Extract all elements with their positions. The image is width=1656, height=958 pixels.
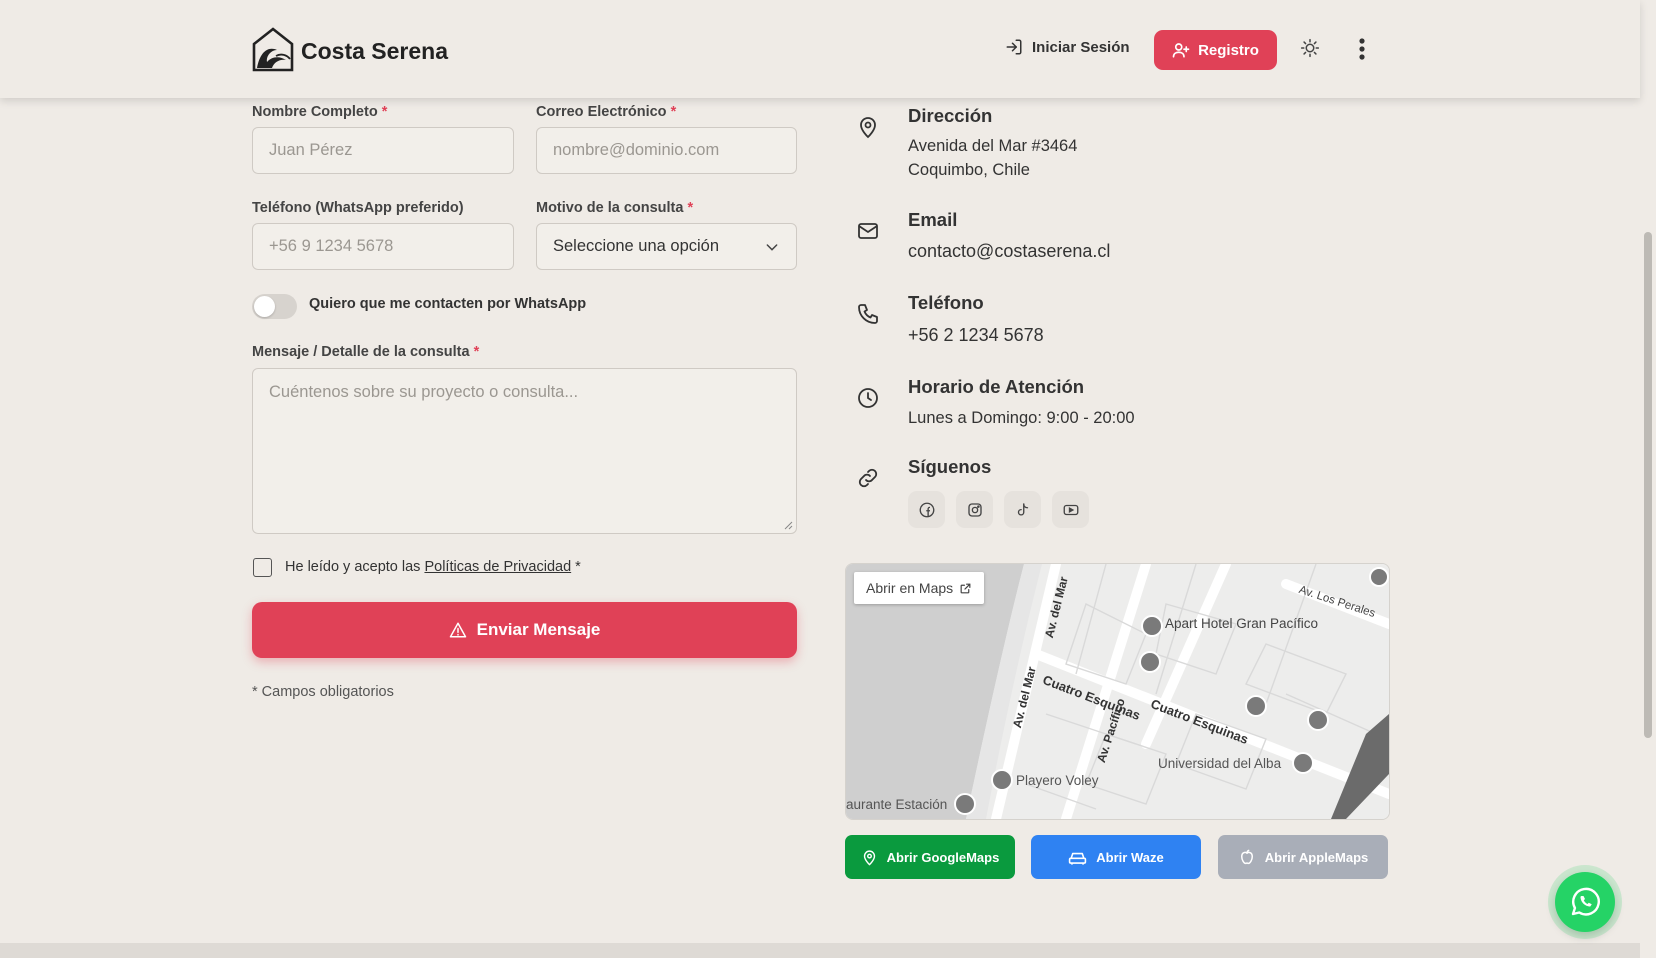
reason-select[interactable]: Seleccione una opción xyxy=(536,223,797,270)
open-apple-maps-button[interactable]: Abrir AppleMaps xyxy=(1218,835,1388,879)
login-icon xyxy=(1005,38,1023,56)
phone-placeholder: +56 9 1234 5678 xyxy=(269,237,394,255)
address-title: Dirección xyxy=(908,105,993,126)
login-link[interactable]: Iniciar Sesión xyxy=(1005,38,1130,56)
hours-value: Lunes a Domingo: 9:00 - 20:00 xyxy=(908,409,1135,427)
name-input[interactable]: Juan Pérez xyxy=(252,127,514,174)
login-label: Iniciar Sesión xyxy=(1032,38,1130,56)
theme-toggle-sun-icon[interactable] xyxy=(1300,38,1320,58)
open-google-maps-button[interactable]: Abrir GoogleMaps xyxy=(845,835,1015,879)
brand-logo-icon[interactable] xyxy=(252,26,295,72)
submit-button[interactable]: Enviar Mensaje xyxy=(252,602,797,658)
map-label-playero: Playero Voley xyxy=(1016,773,1099,788)
required-note: * Campos obligatorios xyxy=(252,684,394,700)
submit-label: Enviar Mensaje xyxy=(476,620,601,639)
privacy-checkbox[interactable] xyxy=(253,558,272,577)
resize-handle-icon[interactable] xyxy=(784,521,793,530)
external-link-icon xyxy=(959,582,972,595)
map-pin-icon xyxy=(856,115,880,139)
email-value[interactable]: contacto@costaserena.cl xyxy=(908,239,1110,263)
mail-icon xyxy=(856,219,880,243)
name-placeholder: Juan Pérez xyxy=(269,141,353,159)
reason-label: Motivo de la consulta * xyxy=(536,200,694,216)
social-title: Síguenos xyxy=(908,456,992,477)
reason-selected-value: Seleccione una opción xyxy=(553,237,720,255)
scrollbar[interactable] xyxy=(1640,0,1656,958)
open-waze-button[interactable]: Abrir Waze xyxy=(1031,835,1201,879)
chevron-down-icon xyxy=(764,239,780,255)
facebook-icon[interactable] xyxy=(908,491,945,528)
map-label-hotel: Apart Hotel Gran Pacífico xyxy=(1165,616,1319,631)
instagram-icon[interactable] xyxy=(956,491,993,528)
hours-title: Horario de Atención xyxy=(908,376,1085,397)
consent-text: He leído y acepto las Políticas de Priva… xyxy=(285,559,581,575)
brand-name[interactable]: Costa Serena xyxy=(301,38,448,65)
apple-maps-label: Abrir AppleMaps xyxy=(1264,849,1369,865)
map-pin-icon xyxy=(861,849,878,866)
youtube-icon[interactable] xyxy=(1052,491,1089,528)
whatsapp-float-button[interactable] xyxy=(1555,872,1615,932)
whatsapp-toggle[interactable] xyxy=(252,294,297,319)
message-textarea[interactable]: Cuéntenos sobre su proyecto o consulta..… xyxy=(252,368,797,534)
email-placeholder: nombre@dominio.com xyxy=(553,141,720,159)
message-label: Mensaje / Detalle de la consulta * xyxy=(252,344,480,360)
email-label: Correo Electrónico * xyxy=(536,104,677,120)
email-input[interactable]: nombre@dominio.com xyxy=(536,127,797,174)
footer-edge xyxy=(0,943,1640,958)
toggle-knob xyxy=(254,296,275,317)
phone-value[interactable]: +56 2 1234 5678 xyxy=(908,323,1044,347)
user-plus-icon xyxy=(1172,41,1190,59)
phone-title: Teléfono xyxy=(908,292,984,313)
name-label: Nombre Completo * xyxy=(252,104,388,120)
phone-input[interactable]: +56 9 1234 5678 xyxy=(252,223,514,270)
site-header: Costa Serena Iniciar Sesión Registro xyxy=(0,0,1640,98)
google-maps-label: Abrir GoogleMaps xyxy=(886,849,1000,865)
phone-icon xyxy=(856,302,880,326)
scrollbar-thumb[interactable] xyxy=(1644,232,1652,738)
address-line1: Avenida del Mar #3464 xyxy=(908,137,1078,155)
more-options-icon[interactable] xyxy=(1358,38,1366,60)
waze-label: Abrir Waze xyxy=(1096,849,1164,865)
phone-label: Teléfono (WhatsApp preferido) xyxy=(252,200,464,216)
link-icon xyxy=(856,466,880,490)
register-button[interactable]: Registro xyxy=(1154,30,1277,70)
tiktok-icon[interactable] xyxy=(1004,491,1041,528)
open-in-maps-label: Abrir en Maps xyxy=(866,580,954,596)
warning-icon xyxy=(449,621,467,639)
car-icon xyxy=(1068,849,1087,866)
register-label: Registro xyxy=(1198,41,1259,59)
whatsapp-toggle-label: Quiero que me contacten por WhatsApp xyxy=(309,296,587,312)
privacy-policy-link[interactable]: Políticas de Privacidad xyxy=(424,559,571,575)
address-line2: Coquimbo, Chile xyxy=(908,161,1030,179)
clock-icon xyxy=(856,386,880,410)
map-label-restaurant: aurante Estación xyxy=(846,797,948,812)
map-label-university: Universidad del Alba xyxy=(1158,756,1282,771)
email-title: Email xyxy=(908,209,958,230)
apple-icon xyxy=(1238,848,1256,866)
open-in-maps-link[interactable]: Abrir en Maps xyxy=(854,572,985,604)
whatsapp-icon xyxy=(1567,884,1603,920)
message-placeholder: Cuéntenos sobre su proyecto o consulta..… xyxy=(269,383,579,401)
